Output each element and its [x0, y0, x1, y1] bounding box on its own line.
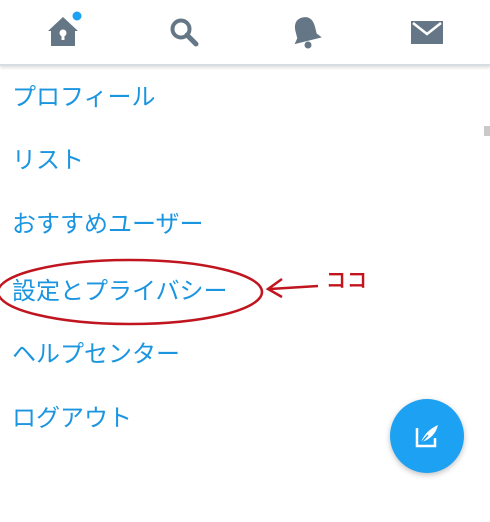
menu-item-help-center[interactable]: ヘルプセンター: [12, 334, 180, 374]
menu-item-lists[interactable]: リスト: [12, 140, 84, 180]
envelope-icon: [411, 21, 443, 44]
menu-item-profile[interactable]: プロフィール: [12, 77, 156, 117]
annotation-arrow-icon: [265, 277, 319, 299]
annotation-label: ココ: [326, 268, 368, 292]
menu-item-recommended-users[interactable]: おすすめユーザー: [12, 204, 204, 244]
scrollbar-edge: [484, 126, 490, 136]
tab-home[interactable]: [41, 10, 85, 54]
menu-item-settings-privacy[interactable]: 設定とプライバシー: [12, 271, 228, 311]
tab-messages[interactable]: [405, 10, 449, 54]
menu-item-logout[interactable]: ログアウト: [12, 398, 132, 438]
bell-icon: [294, 17, 322, 49]
search-icon: [170, 18, 199, 47]
tab-bar: [0, 0, 490, 66]
tab-search[interactable]: [162, 10, 206, 54]
compose-icon: [415, 425, 438, 448]
tab-notifications[interactable]: [284, 10, 328, 54]
notification-badge-dot: [72, 11, 82, 21]
compose-tweet-button[interactable]: [390, 399, 464, 473]
home-icon: [48, 11, 82, 46]
